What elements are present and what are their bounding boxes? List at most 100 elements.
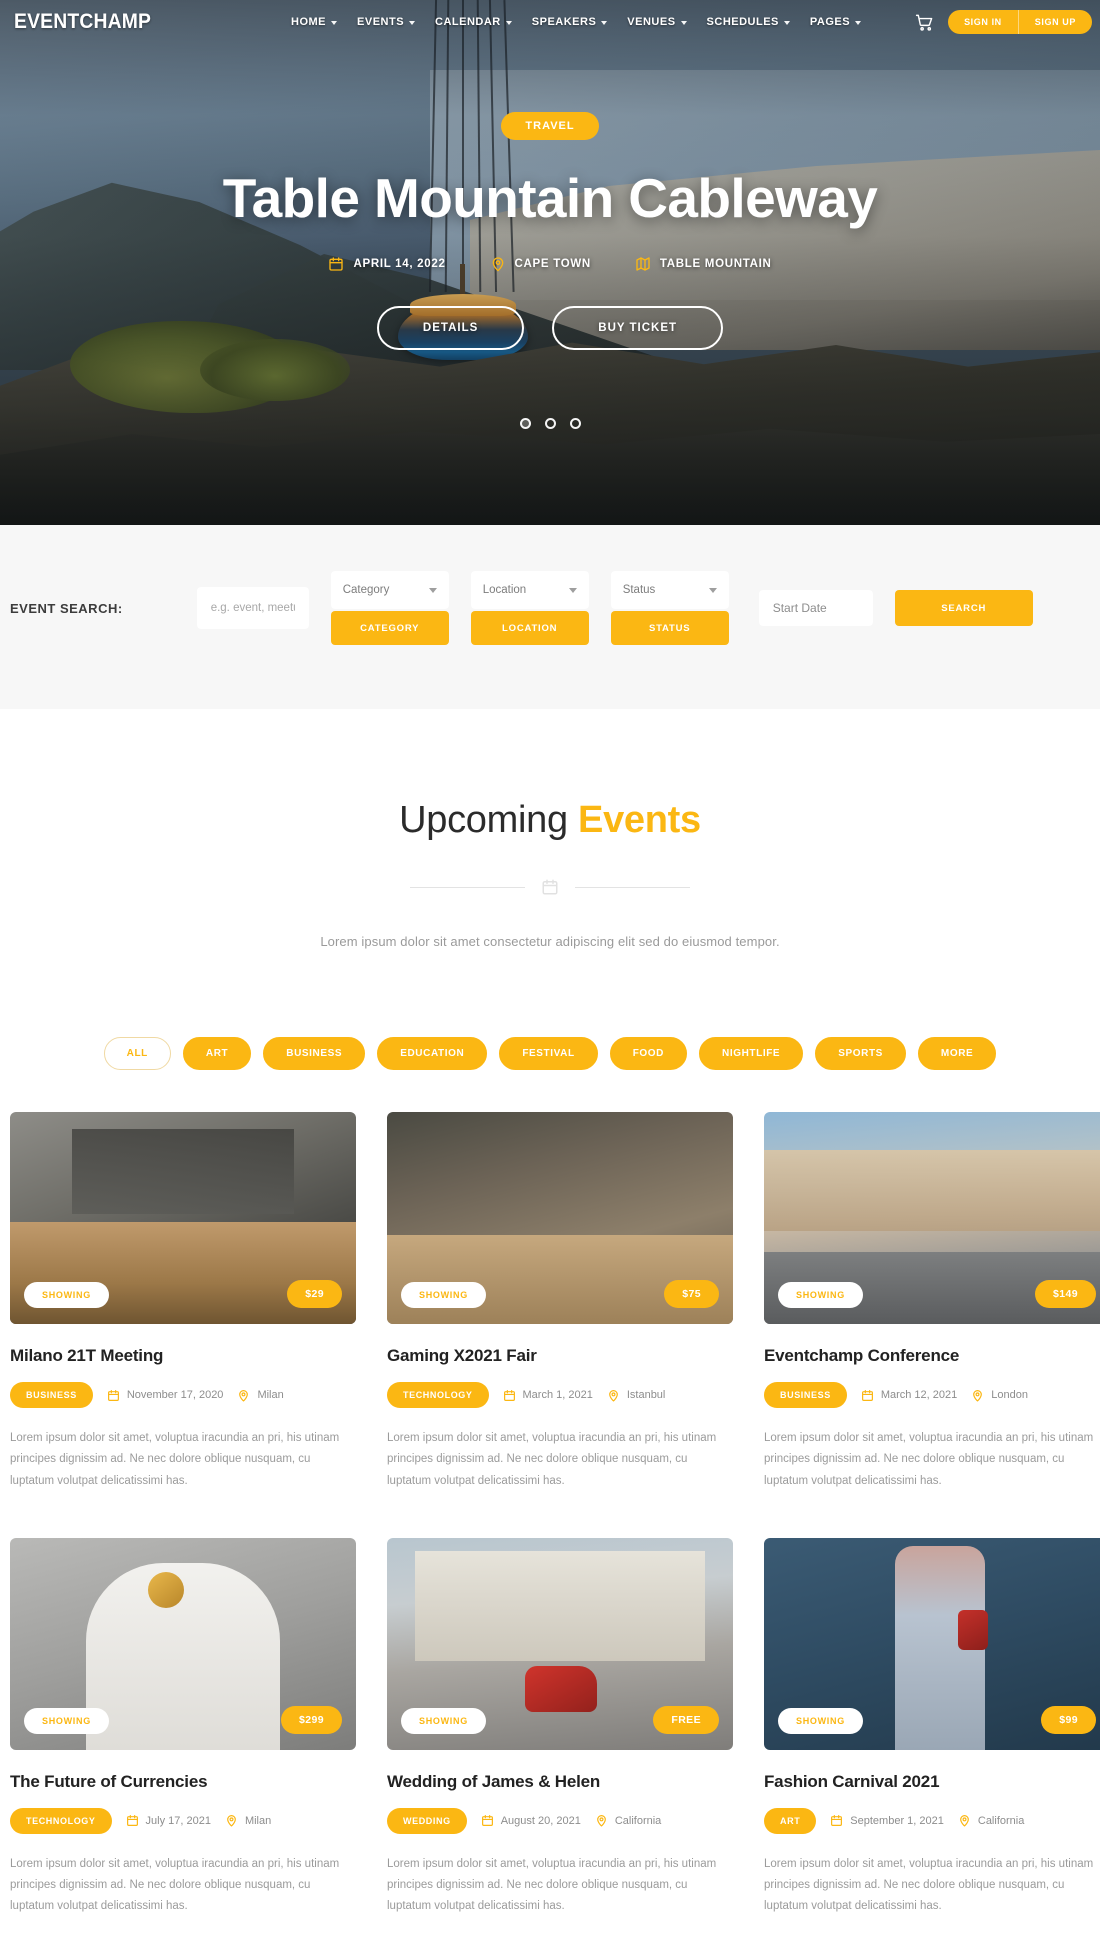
event-card-image[interactable]: SHOWING $149 [764, 1112, 1100, 1324]
event-meta: TECHNOLOGY March 1, 2021 Istanbul [387, 1382, 733, 1408]
nav-item-home[interactable]: HOME [291, 16, 338, 28]
start-date-input[interactable] [758, 590, 873, 626]
filter-chip-more[interactable]: MORE [917, 1037, 997, 1070]
nav-item-label: EVENTS [357, 16, 405, 28]
nav-item-speakers[interactable]: SPEAKERS [532, 16, 608, 28]
filter-chip-all[interactable]: ALL [103, 1037, 171, 1070]
filter-chip-sports[interactable]: SPORTS [815, 1037, 906, 1070]
event-description: Lorem ipsum dolor sit amet, voluptua ira… [387, 1432, 717, 1487]
calendar-icon [126, 1814, 139, 1827]
price-badge[interactable]: $299 [281, 1705, 342, 1734]
status-badge[interactable]: SHOWING [778, 1707, 863, 1734]
status-badge[interactable]: SHOWING [401, 1282, 486, 1308]
status-badge[interactable]: SHOWING [24, 1707, 109, 1734]
location-button[interactable]: LOCATION [470, 611, 589, 645]
location-filter-group: Location LOCATION [470, 571, 589, 645]
event-location: Milan [237, 1389, 284, 1402]
event-card[interactable]: SHOWING $149 Eventchamp Conference BUSIN… [764, 1112, 1100, 1492]
price-badge[interactable]: $29 [287, 1280, 342, 1308]
event-card[interactable]: SHOWING $75 Gaming X2021 Fair TECHNOLOGY… [387, 1112, 733, 1492]
event-search-row: EVENT SEARCH: Category CATEGORY Location… [0, 571, 1100, 645]
event-location-text: Milan [257, 1389, 284, 1401]
section-subtitle: Lorem ipsum dolor sit amet consectetur a… [320, 934, 780, 949]
event-card-image[interactable]: SHOWING $99 [764, 1537, 1100, 1750]
nav-item-events[interactable]: EVENTS [357, 16, 416, 28]
nav-item-venues[interactable]: VENUES [627, 16, 687, 28]
event-location-text: Milan [244, 1814, 272, 1827]
event-card-image[interactable]: SHOWING $299 [10, 1537, 356, 1750]
search-submit-button[interactable]: SEARCH [894, 590, 1033, 626]
sign-in-button[interactable]: SIGN IN [948, 10, 1018, 34]
location-select[interactable]: Location [470, 571, 589, 609]
status-badge[interactable]: SHOWING [24, 1282, 109, 1308]
filter-chip-food[interactable]: FOOD [609, 1037, 688, 1070]
carousel-dot-1[interactable] [519, 418, 531, 429]
event-card-image[interactable]: SHOWING $75 [387, 1112, 733, 1324]
event-title[interactable]: Eventchamp Conference [764, 1346, 1100, 1366]
event-location-text: California [614, 1814, 662, 1827]
events-grid: SHOWING $29 Milano 21T Meeting BUSINESS … [0, 1112, 1100, 1918]
location-select-value: Location [482, 584, 527, 596]
event-card[interactable]: SHOWING FREE Wedding of James & Helen WE… [387, 1537, 733, 1918]
event-title[interactable]: Wedding of James & Helen [387, 1772, 733, 1792]
status-badge[interactable]: SHOWING [401, 1707, 486, 1734]
price-badge[interactable]: $99 [1041, 1705, 1096, 1734]
event-tag[interactable]: TECHNOLOGY [10, 1807, 112, 1834]
nav-item-schedules[interactable]: SCHEDULES [707, 16, 790, 28]
event-card-image[interactable]: SHOWING FREE [387, 1537, 733, 1750]
hero-meta-date-text: APRIL 14, 2022 [353, 258, 446, 270]
filter-chip-art[interactable]: ART [182, 1037, 252, 1070]
price-badge[interactable]: FREE [653, 1705, 719, 1734]
event-tag[interactable]: ART [764, 1807, 817, 1834]
filter-chip-festival[interactable]: FESTIVAL [499, 1037, 598, 1070]
event-tag[interactable]: BUSINESS [764, 1382, 847, 1408]
event-date-text: March 12, 2021 [880, 1389, 958, 1401]
event-meta: BUSINESS November 17, 2020 Milan [10, 1382, 356, 1408]
status-button[interactable]: STATUS [610, 611, 729, 645]
buy-ticket-button[interactable]: BUY TICKET [552, 306, 724, 350]
event-tag[interactable]: TECHNOLOGY [387, 1382, 489, 1408]
event-meta: WEDDING August 20, 2021 California [387, 1807, 733, 1834]
brand-logo[interactable]: EVENTCHAMP [14, 10, 151, 34]
filter-chip-business[interactable]: BUSINESS [263, 1037, 366, 1070]
location-pin-icon [971, 1389, 984, 1402]
status-badge[interactable]: SHOWING [778, 1282, 863, 1308]
event-tag[interactable]: WEDDING [387, 1807, 467, 1834]
price-badge[interactable]: $149 [1035, 1280, 1096, 1308]
category-select[interactable]: Category [330, 571, 449, 609]
event-title[interactable]: The Future of Currencies [10, 1772, 356, 1792]
hero-category-badge[interactable]: TRAVEL [501, 112, 599, 140]
calendar-icon [541, 878, 559, 896]
price-badge[interactable]: $75 [664, 1280, 719, 1308]
event-date-text: November 17, 2020 [126, 1389, 224, 1401]
filter-chip-nightlife[interactable]: NIGHTLIFE [699, 1037, 804, 1070]
hero-meta-date: APRIL 14, 2022 [328, 256, 445, 272]
location-pin-icon [237, 1389, 250, 1402]
shopping-cart-icon[interactable] [915, 13, 934, 32]
nav-item-pages[interactable]: PAGES [810, 16, 862, 28]
details-button[interactable]: DETAILS [376, 306, 525, 350]
hero-banner: EVENTCHAMP HOME EVENTS CALENDAR SPEAKERS… [0, 0, 1100, 525]
status-select[interactable]: Status [610, 571, 729, 609]
event-card[interactable]: SHOWING $299 The Future of Currencies TE… [10, 1537, 356, 1918]
chevron-down-icon [855, 20, 862, 25]
event-card-image[interactable]: SHOWING $29 [10, 1112, 356, 1324]
event-title[interactable]: Milano 21T Meeting [10, 1346, 356, 1366]
event-card[interactable]: SHOWING $99 Fashion Carnival 2021 ART Se… [764, 1537, 1100, 1918]
event-tag[interactable]: BUSINESS [10, 1382, 93, 1408]
nav-menu: HOME EVENTS CALENDAR SPEAKERS VENUES SCH… [291, 16, 862, 28]
hero-meta-venue-text: TABLE MOUNTAIN [659, 258, 772, 270]
filter-chip-education[interactable]: EDUCATION [377, 1037, 488, 1070]
chevron-down-icon [708, 587, 717, 593]
category-button[interactable]: CATEGORY [330, 611, 449, 645]
event-title[interactable]: Fashion Carnival 2021 [764, 1772, 1100, 1792]
calendar-icon [503, 1389, 516, 1402]
nav-item-calendar[interactable]: CALENDAR [435, 16, 512, 28]
calendar-icon [861, 1389, 874, 1402]
carousel-dot-3[interactable] [569, 418, 581, 429]
carousel-dot-2[interactable] [544, 418, 556, 429]
sign-up-button[interactable]: SIGN UP [1017, 10, 1092, 34]
event-card[interactable]: SHOWING $29 Milano 21T Meeting BUSINESS … [10, 1112, 356, 1492]
search-input[interactable] [196, 587, 309, 629]
event-title[interactable]: Gaming X2021 Fair [387, 1346, 733, 1366]
